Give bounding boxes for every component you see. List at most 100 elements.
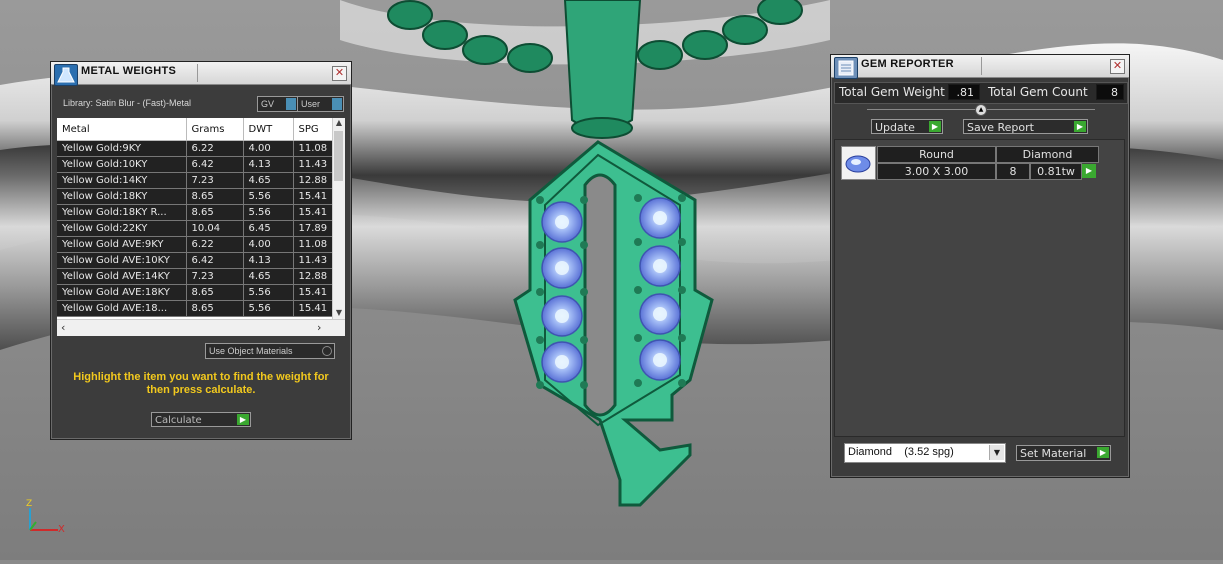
dwt-cell: 4.13 bbox=[243, 156, 294, 173]
dwt-cell: 5.56 bbox=[243, 284, 294, 301]
gem-report-icon bbox=[834, 57, 858, 79]
column-header-metal[interactable]: Metal bbox=[57, 118, 187, 141]
gem-reporter-titlebar[interactable]: GEM REPORTER ✕ bbox=[831, 55, 1129, 79]
grams-cell: 7.23 bbox=[186, 172, 244, 189]
table-row[interactable]: Yellow Gold:18KY R... 8.65 5.56 15.41 bbox=[57, 204, 345, 221]
gem-shape-header: Round bbox=[877, 146, 996, 163]
metal-cell: Yellow Gold AVE:14KY bbox=[57, 268, 187, 285]
gem-select-button[interactable]: ▶ bbox=[1082, 164, 1096, 178]
dwt-cell: 5.56 bbox=[243, 300, 294, 317]
gv-toggle[interactable]: GV bbox=[257, 96, 298, 112]
splitter-handle-icon[interactable]: ▲ bbox=[975, 104, 987, 116]
metal-weights-titlebar[interactable]: METAL WEIGHTS ✕ bbox=[51, 62, 351, 86]
table-row[interactable]: Yellow Gold:18KY 8.65 5.56 15.41 bbox=[57, 188, 345, 205]
total-gem-weight-label: Total Gem Weight bbox=[839, 85, 945, 99]
dwt-cell: 4.00 bbox=[243, 236, 294, 253]
gem-reporter-panel: GEM REPORTER ✕ Total Gem Weight .81 Tota… bbox=[830, 54, 1130, 478]
play-arrow-icon: ▶ bbox=[929, 121, 941, 132]
calculate-button[interactable]: Calculate ▶ bbox=[151, 412, 251, 427]
grams-cell: 6.42 bbox=[186, 156, 244, 173]
metal-weights-panel: METAL WEIGHTS ✕ Library: Satin Blur - (F… bbox=[50, 61, 352, 440]
column-header-dwt[interactable]: DWT bbox=[243, 118, 294, 141]
update-button[interactable]: Update ▶ bbox=[871, 119, 943, 134]
update-label: Update bbox=[875, 121, 915, 134]
grams-cell: 8.65 bbox=[186, 204, 244, 221]
metal-cell: Yellow Gold:18KY bbox=[57, 188, 187, 205]
axis-z-label: Z bbox=[26, 499, 33, 509]
gem-reporter-close-button[interactable]: ✕ bbox=[1110, 59, 1125, 74]
metal-table: Metal Grams DWT SPG Yellow Gold:9KY 6.22 4… bbox=[57, 118, 345, 317]
metal-cell: Yellow Gold:18KY R... bbox=[57, 204, 187, 221]
axis-x-label: X bbox=[58, 524, 65, 535]
calculate-label: Calculate bbox=[155, 415, 202, 426]
play-arrow-icon: ▶ bbox=[1097, 447, 1109, 458]
table-row[interactable]: Yellow Gold AVE:14KY 7.23 4.65 12.88 bbox=[57, 268, 345, 285]
table-row[interactable]: Yellow Gold:10KY 6.42 4.13 11.43 bbox=[57, 156, 345, 173]
save-report-label: Save Report bbox=[967, 121, 1034, 134]
play-arrow-icon: ▶ bbox=[237, 414, 249, 425]
gem-size-cell: 3.00 X 3.00 bbox=[877, 163, 996, 180]
metal-table-container[interactable]: Metal Grams DWT SPG Yellow Gold:9KY 6.22 4… bbox=[57, 118, 345, 336]
metal-cell: Yellow Gold AVE:18KY bbox=[57, 284, 187, 301]
metal-cell: Yellow Gold:9KY bbox=[57, 140, 187, 157]
flask-icon bbox=[54, 64, 78, 86]
metal-cell: Yellow Gold AVE:9KY bbox=[57, 236, 187, 253]
grams-cell: 7.23 bbox=[186, 268, 244, 285]
save-report-button[interactable]: Save Report ▶ bbox=[963, 119, 1088, 134]
metal-table-header: Metal Grams DWT SPG bbox=[57, 118, 345, 141]
table-row[interactable]: Yellow Gold AVE:18... 8.65 5.56 15.41 bbox=[57, 300, 345, 317]
radio-circle-icon bbox=[322, 346, 332, 356]
table-row[interactable]: Yellow Gold AVE:9KY 6.22 4.00 11.08 bbox=[57, 236, 345, 253]
gem-list[interactable]: Round Diamond 3.00 X 3.00 8 0.81tw ▶ bbox=[834, 139, 1125, 437]
gem-count-cell: 8 bbox=[996, 163, 1030, 180]
grams-cell: 6.22 bbox=[186, 236, 244, 253]
grams-cell: 8.65 bbox=[186, 188, 244, 205]
toggle-knob bbox=[286, 98, 296, 110]
user-toggle[interactable]: User bbox=[297, 96, 344, 112]
table-row[interactable]: Yellow Gold AVE:18KY 8.65 5.56 15.41 bbox=[57, 284, 345, 301]
toggle-knob bbox=[332, 98, 342, 110]
table-row[interactable]: Yellow Gold:9KY 6.22 4.00 11.08 bbox=[57, 140, 345, 157]
dwt-cell: 6.45 bbox=[243, 220, 294, 237]
set-material-label: Set Material bbox=[1020, 447, 1087, 460]
metal-cell: Yellow Gold:14KY bbox=[57, 172, 187, 189]
gem-list-item[interactable]: Round Diamond 3.00 X 3.00 8 0.81tw ▶ bbox=[841, 146, 1099, 180]
gem-reporter-title: GEM REPORTER bbox=[861, 58, 954, 70]
play-arrow-icon: ▶ bbox=[1074, 121, 1086, 132]
grams-cell: 6.22 bbox=[186, 140, 244, 157]
dwt-cell: 4.13 bbox=[243, 252, 294, 269]
dwt-cell: 4.65 bbox=[243, 172, 294, 189]
table-row[interactable]: Yellow Gold:14KY 7.23 4.65 12.88 bbox=[57, 172, 345, 189]
scroll-thumb[interactable] bbox=[334, 131, 343, 181]
use-object-materials-label: Use Object Materials bbox=[209, 346, 293, 356]
metal-cell: Yellow Gold AVE:10KY bbox=[57, 252, 187, 269]
scroll-right-arrow[interactable]: › bbox=[317, 321, 321, 334]
set-material-button[interactable]: Set Material ▶ bbox=[1016, 445, 1111, 461]
metal-cell: Yellow Gold:10KY bbox=[57, 156, 187, 173]
dwt-cell: 5.56 bbox=[243, 188, 294, 205]
grams-cell: 8.65 bbox=[186, 300, 244, 317]
dwt-cell: 4.65 bbox=[243, 268, 294, 285]
scroll-up-arrow[interactable]: ▲ bbox=[333, 118, 345, 130]
table-row[interactable]: Yellow Gold:22KY 10.04 6.45 17.89 bbox=[57, 220, 345, 237]
vertical-scrollbar[interactable]: ▲ ▼ bbox=[332, 118, 345, 320]
gem-weight-cell: 0.81tw bbox=[1030, 163, 1082, 180]
column-header-grams[interactable]: Grams bbox=[186, 118, 244, 141]
dwt-cell: 5.56 bbox=[243, 204, 294, 221]
material-select[interactable]: Diamond (3.52 spg) ▼ bbox=[844, 443, 1006, 463]
grams-cell: 8.65 bbox=[186, 284, 244, 301]
metal-weights-close-button[interactable]: ✕ bbox=[332, 66, 347, 81]
metal-cell: Yellow Gold:22KY bbox=[57, 220, 187, 237]
scroll-left-arrow[interactable]: ‹ bbox=[61, 321, 65, 334]
title-separator bbox=[981, 57, 982, 75]
metal-weights-title: METAL WEIGHTS bbox=[81, 65, 177, 77]
grams-cell: 6.42 bbox=[186, 252, 244, 269]
gv-toggle-label: GV bbox=[261, 99, 275, 109]
use-object-materials-toggle[interactable]: Use Object Materials bbox=[205, 343, 335, 359]
title-separator bbox=[197, 64, 198, 82]
horizontal-scrollbar[interactable]: ‹ › bbox=[57, 319, 345, 336]
user-toggle-label: User bbox=[301, 99, 321, 109]
total-gem-weight-field: .81 bbox=[948, 84, 980, 100]
table-row[interactable]: Yellow Gold AVE:10KY 6.42 4.13 11.43 bbox=[57, 252, 345, 269]
total-gem-count-field: 8 bbox=[1096, 84, 1124, 100]
